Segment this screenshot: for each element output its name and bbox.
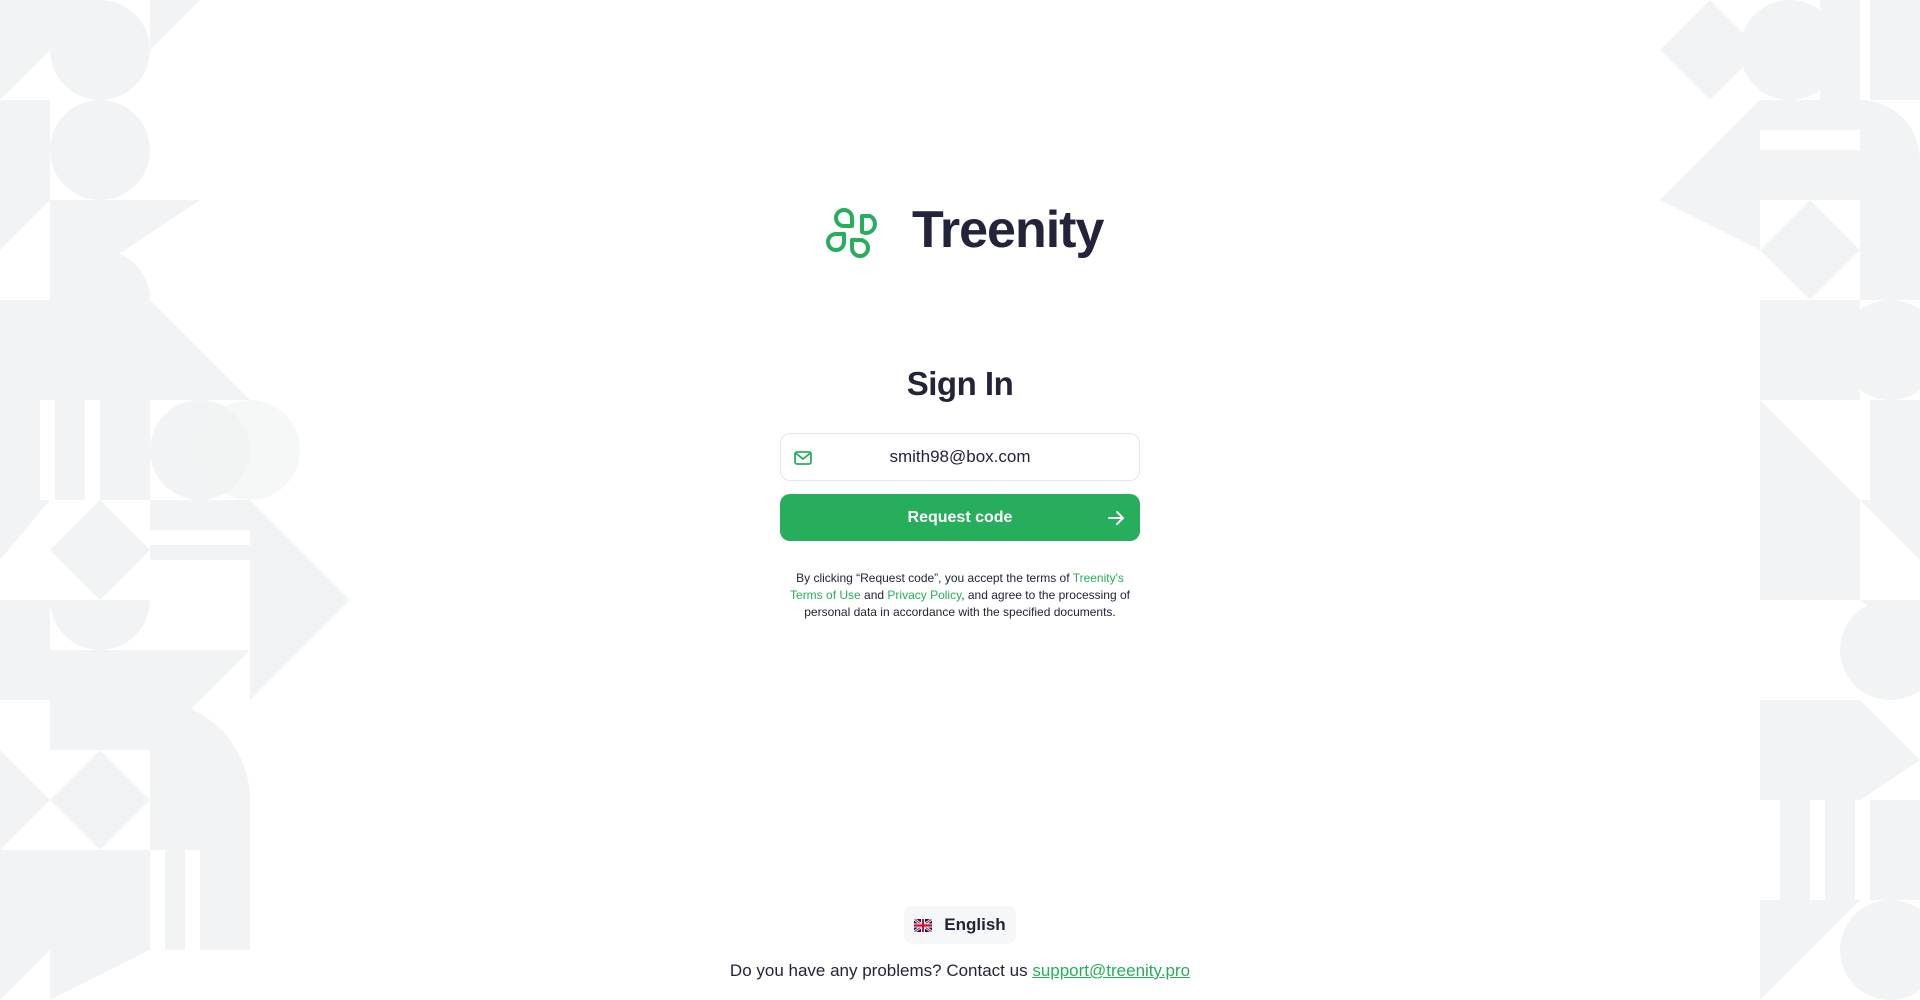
language-label: English [944,915,1006,934]
request-code-button[interactable]: Request code [780,494,1140,541]
mail-icon [794,451,812,465]
support-footer: Do you have any problems? Contact us sup… [0,961,1920,981]
terms-notice: By clicking “Request code”, you accept t… [780,570,1140,621]
leaf-cluster-icon [826,208,877,258]
request-code-label: Request code [907,508,1013,526]
terms-and: and [860,588,888,602]
support-email-link[interactable]: support@treenity.pro [1032,961,1190,980]
background-pattern-right [1660,0,1920,1000]
background-pattern-left [0,0,350,1000]
email-input[interactable] [810,447,1110,467]
support-text: Do you have any problems? Contact us [729,961,1033,980]
terms-prefix: By clicking “Request code”, you accept t… [796,571,1073,585]
page-title: Sign In [906,365,1014,402]
login-page: Treenity Sign In Request code By clickin… [0,0,1920,1000]
brand-name: Treenity [912,201,1104,259]
arrow-right-icon [1108,511,1124,525]
privacy-policy-link[interactable]: Privacy Policy [887,588,961,602]
brand-header: Treenity [822,196,1104,264]
uk-flag-icon [914,918,933,932]
email-field[interactable] [780,433,1140,481]
language-selector[interactable]: English [904,906,1016,944]
